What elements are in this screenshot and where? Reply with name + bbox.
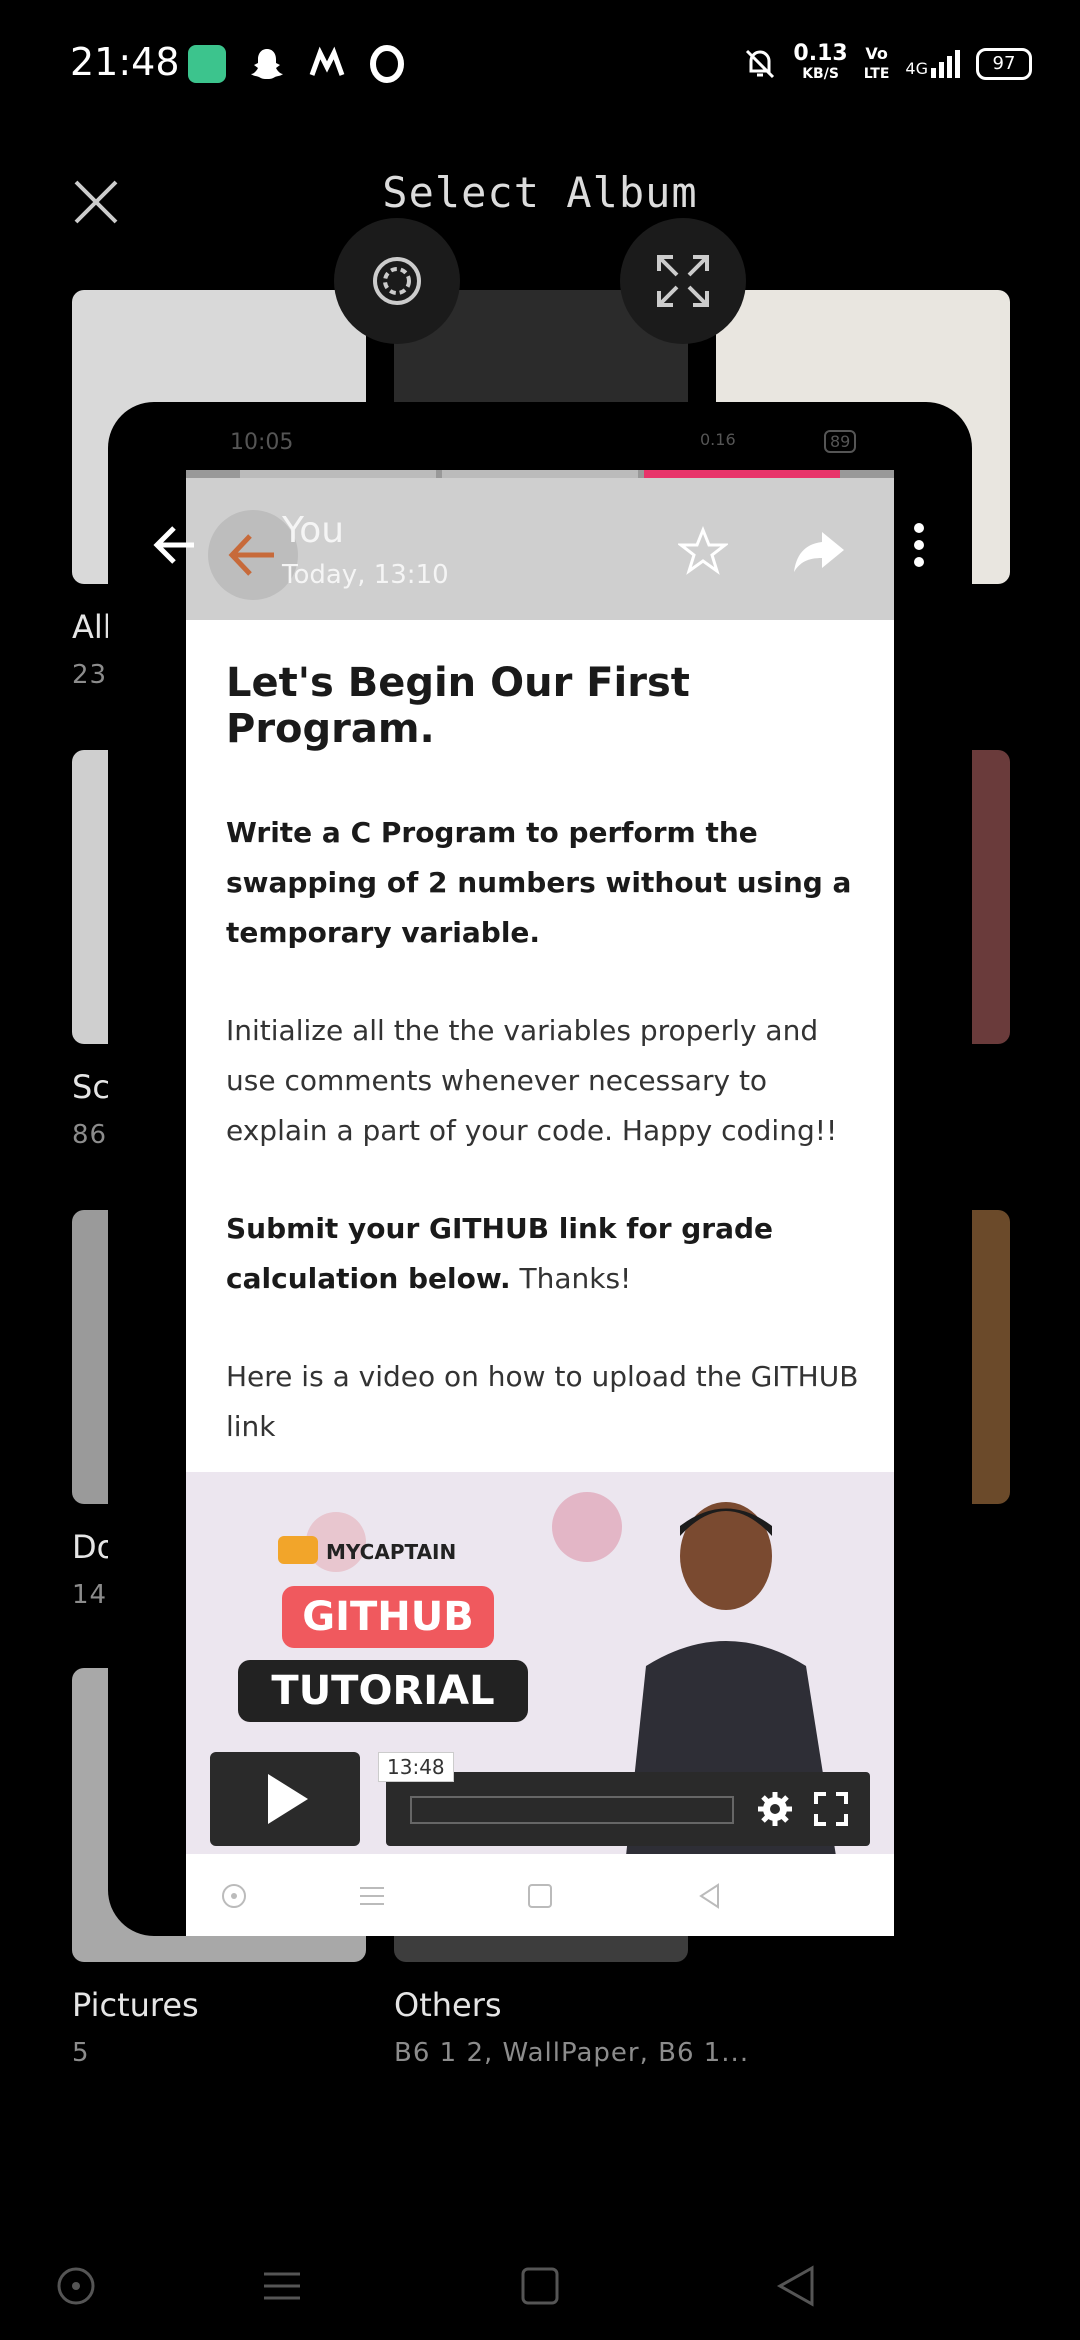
nav-recents-icon: [528, 1884, 552, 1908]
opera-icon: [370, 45, 404, 83]
preview-status-battery: 89: [824, 430, 857, 453]
album-count-others: B6 1 2, WallPaper, B6 1...: [394, 2038, 750, 2068]
share-icon[interactable]: [792, 530, 846, 574]
nav-back-icon: [699, 1883, 719, 1909]
preview-status-speed: 0.16: [700, 430, 736, 449]
message-paragraph: Submit your GITHUB link for grade calcul…: [226, 1212, 774, 1295]
message-paragraph: Here is a video on how to upload the GIT…: [226, 1360, 859, 1443]
play-icon: [268, 1774, 308, 1824]
star-icon[interactable]: [678, 526, 728, 576]
message-heading: Let's Begin Our First Program.: [226, 660, 690, 752]
page-title: Select Album: [382, 168, 698, 217]
expand-icon: [657, 255, 709, 307]
battery-indicator: 97: [976, 48, 1032, 80]
album-count-pictures: 5: [72, 2038, 90, 2068]
video-title-line1: GITHUB: [282, 1586, 494, 1648]
nav-menu-icon: [360, 1887, 384, 1905]
notification-icons: [188, 45, 406, 83]
video-brand: MYCAPTAIN: [326, 1540, 457, 1564]
hand-logo-icon: [278, 1536, 318, 1564]
message-paragraph: Write a C Program to perform the swappin…: [226, 816, 852, 949]
album-count: 86: [72, 1120, 108, 1150]
nav-back-icon[interactable]: [774, 2264, 818, 2308]
nav-home-icon[interactable]: [56, 2266, 96, 2306]
system-nav-bar: [0, 2230, 1080, 2340]
nav-menu-icon[interactable]: [262, 2266, 302, 2306]
signal-indicator: 4G: [905, 50, 960, 78]
video-player[interactable]: MYCAPTAIN GITHUB TUTORIAL 13:48: [186, 1472, 894, 1854]
status-bar: 21:48 0.13 KB/S Vo LTE 4G 97: [0, 0, 1080, 130]
seek-bar[interactable]: [410, 1796, 734, 1824]
preview-screen[interactable]: You Today, 13:10 Let's Begin Our First P…: [186, 470, 894, 1936]
nav-home-icon: [222, 1884, 246, 1908]
preview-nav-bar: [186, 1854, 894, 1936]
nav-recents-icon[interactable]: [520, 2266, 560, 2306]
app-notification-icon: [188, 45, 226, 83]
m-app-icon: [309, 46, 345, 76]
video-controls: [386, 1772, 870, 1846]
gear-icon[interactable]: [756, 1790, 794, 1828]
message-timestamp: Today, 13:10: [282, 560, 449, 590]
video-title-line2: TUTORIAL: [238, 1660, 528, 1722]
fullscreen-icon[interactable]: [814, 1792, 848, 1826]
status-time: 21:48: [70, 40, 180, 84]
album-name[interactable]: Sc: [72, 1068, 110, 1106]
status-right: 0.13 KB/S Vo LTE 4G 97: [743, 41, 1032, 84]
album-name-pictures[interactable]: Pictures: [72, 1986, 199, 2024]
album-count: 14: [72, 1580, 108, 1610]
album-name[interactable]: All: [72, 608, 112, 646]
record-button[interactable]: [334, 218, 460, 344]
mute-icon: [746, 49, 775, 79]
app-bar: You Today, 13:10: [186, 478, 894, 620]
message-paragraph: Initialize all the the variables properl…: [226, 1014, 838, 1147]
preview-status-bar: 10:05 0.16 89: [230, 430, 860, 460]
preview-status-time: 10:05: [230, 430, 294, 455]
expand-button[interactable]: [620, 218, 746, 344]
video-time-tooltip: 13:48: [378, 1752, 454, 1782]
message-body: Let's Begin Our First Program. Write a C…: [226, 660, 866, 1500]
album-count: 23: [72, 660, 108, 690]
volte-indicator: Vo LTE: [863, 44, 890, 82]
more-icon[interactable]: [904, 520, 934, 570]
net-speed: 0.13 KB/S: [793, 41, 848, 83]
album-name-others[interactable]: Others: [394, 1986, 502, 2024]
play-button[interactable]: [210, 1752, 360, 1846]
snapchat-icon: [251, 49, 283, 79]
window-back-icon[interactable]: [150, 520, 200, 570]
record-icon: [373, 257, 421, 305]
sender-name: You: [282, 510, 345, 551]
